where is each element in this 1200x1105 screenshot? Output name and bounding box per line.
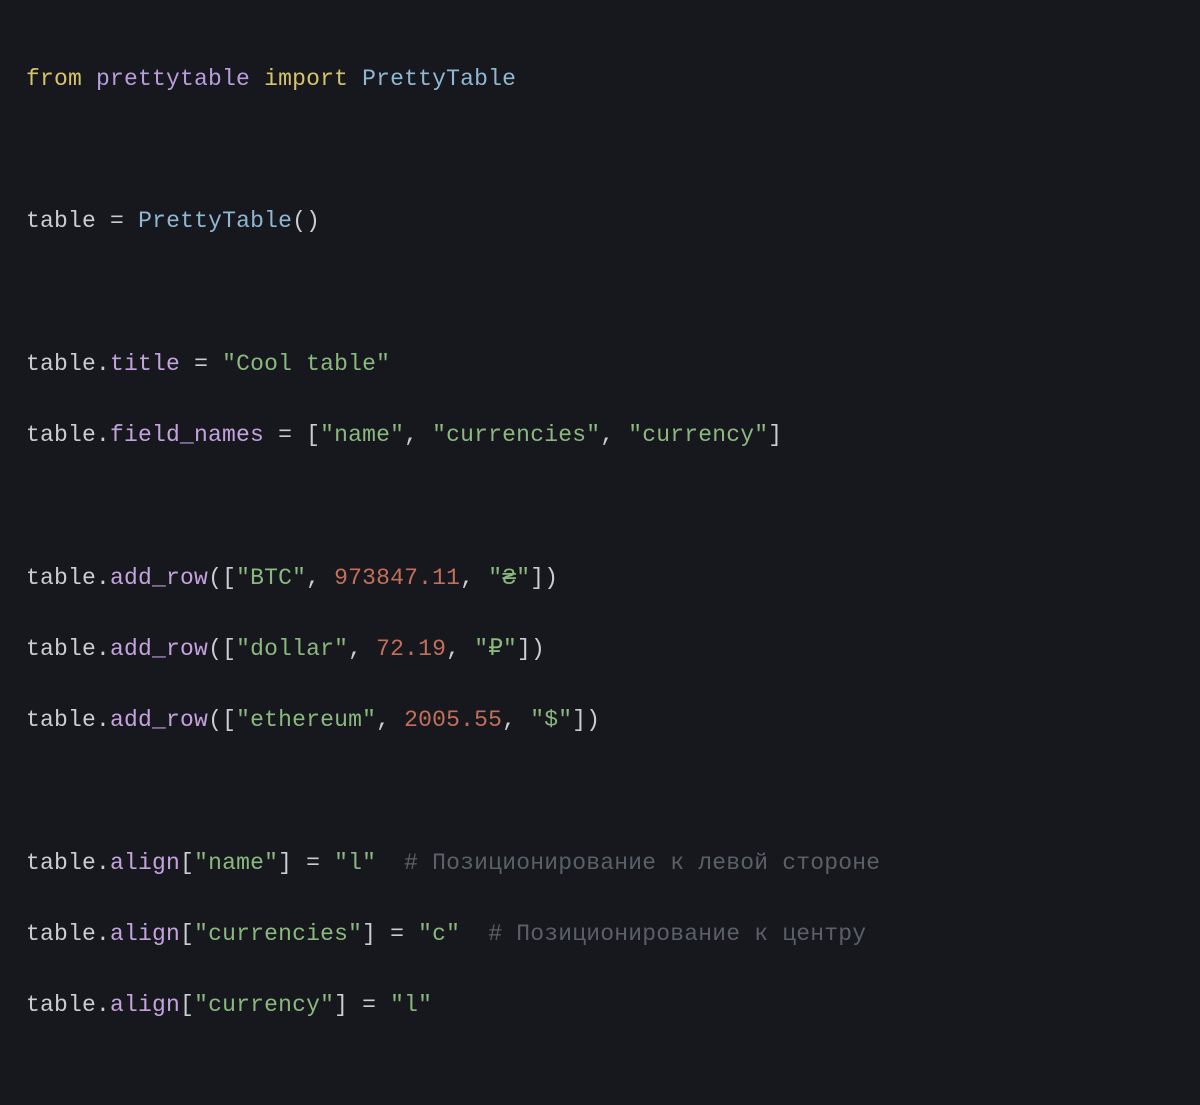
code-line-import: from prettytable import PrettyTable [26,62,1180,98]
code-line-fieldnames: table.field_names = ["name", "currencies… [26,418,1180,454]
code-line-assign: table = PrettyTable() [26,204,1180,240]
code-line-addrow: table.add_row(["BTC", 973847.11, "₴"]) [26,561,1180,597]
code-line-align: table.align["currencies"] = "c" # Позици… [26,917,1180,953]
variable: table [26,208,96,234]
code-line-addrow: table.add_row(["dollar", 72.19, "₽"]) [26,632,1180,668]
operator-eq: = [110,208,124,234]
blank-line [26,489,1180,525]
blank-line [26,133,1180,169]
keyword-from: from [26,66,82,92]
blank-line [26,275,1180,311]
code-editor: from prettytable import PrettyTable tabl… [0,0,1200,1105]
keyword-import: import [264,66,348,92]
class-name: PrettyTable [362,66,516,92]
blank-line [26,1060,1180,1096]
code-line-title: table.title = "Cool table" [26,347,1180,383]
code-line-addrow: table.add_row(["ethereum", 2005.55, "$"]… [26,703,1180,739]
module-name: prettytable [96,66,250,92]
parens: () [292,208,320,234]
code-line-align: table.align["currency"] = "l" [26,988,1180,1024]
blank-line [26,774,1180,810]
class-call: PrettyTable [138,208,292,234]
code-line-align: table.align["name"] = "l" # Позициониров… [26,846,1180,882]
